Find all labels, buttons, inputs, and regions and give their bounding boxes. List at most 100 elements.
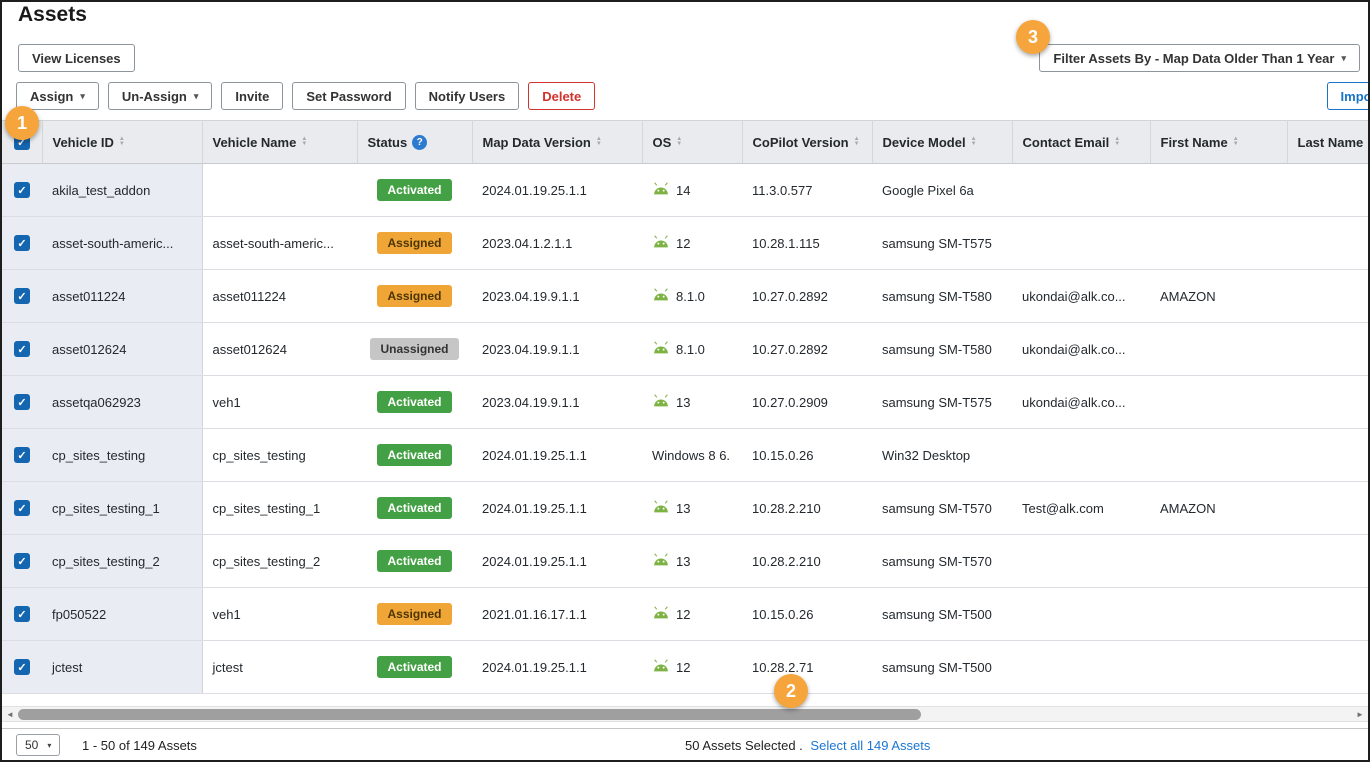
page-size-value: 50	[25, 738, 38, 752]
view-licenses-button[interactable]: View Licenses	[18, 44, 135, 72]
sort-icon[interactable]: ▲▼	[676, 137, 682, 147]
table-row: ✓ asset012624 asset012624 Unassigned 202…	[2, 323, 1368, 376]
vehicle-name: jctest	[213, 660, 243, 675]
vehicle-name: veh1	[213, 395, 241, 410]
column-label: Device Model	[883, 135, 966, 150]
column-header-first-name[interactable]: First Name ▲▼	[1150, 121, 1287, 164]
delete-button[interactable]: Delete	[528, 82, 595, 110]
row-checkbox[interactable]: ✓	[14, 500, 30, 516]
column-label: OS	[653, 135, 672, 150]
vehicle-name: veh1	[213, 607, 241, 622]
column-header-status[interactable]: Status ?	[357, 121, 472, 164]
device-model: samsung SM-T580	[882, 289, 992, 304]
sort-icon[interactable]: ▲▼	[301, 137, 307, 147]
row-checkbox[interactable]: ✓	[14, 235, 30, 251]
os-version: 13	[676, 554, 690, 569]
status-badge: Activated	[377, 391, 451, 413]
copilot-version: 10.27.0.2892	[752, 289, 828, 304]
row-checkbox[interactable]: ✓	[14, 447, 30, 463]
status-badge: Assigned	[377, 285, 451, 307]
filter-assets-button[interactable]: Filter Assets By - Map Data Older Than 1…	[1039, 44, 1360, 72]
page-size-select[interactable]: 50 ▾	[16, 734, 60, 756]
check-icon: ✓	[17, 555, 26, 568]
row-checkbox[interactable]: ✓	[14, 394, 30, 410]
import-button[interactable]: Import	[1327, 82, 1370, 110]
first-name: AMAZON	[1160, 501, 1216, 516]
column-header-copilot-version[interactable]: CoPilot Version ▲▼	[742, 121, 872, 164]
row-checkbox[interactable]: ✓	[14, 182, 30, 198]
android-icon	[652, 235, 670, 251]
table-row: ✓ asset011224 asset011224 Assigned 2023.…	[2, 270, 1368, 323]
sort-icon[interactable]: ▲▼	[119, 137, 125, 147]
check-icon: ✓	[17, 184, 26, 197]
scroll-left-arrow[interactable]: ◄	[2, 710, 18, 719]
device-model: samsung SM-T570	[882, 501, 992, 516]
vehicle-name: cp_sites_testing_2	[213, 554, 321, 569]
chevron-down-icon: ▾	[80, 91, 85, 102]
vehicle-id: assetqa062923	[52, 395, 141, 410]
row-checkbox[interactable]: ✓	[14, 288, 30, 304]
table-row: ✓ jctest jctest Activated 2024.01.19.25.…	[2, 641, 1368, 694]
table-row: ✓ asset-south-americ... asset-south-amer…	[2, 217, 1368, 270]
vehicle-id: jctest	[52, 660, 82, 675]
status-badge: Unassigned	[370, 338, 458, 360]
scroll-right-arrow[interactable]: ►	[1352, 710, 1368, 719]
annotation-badge-2: 2	[774, 674, 808, 708]
first-name: AMAZON	[1160, 289, 1216, 304]
assign-label: Assign	[30, 89, 73, 104]
column-header-vehicle-id[interactable]: Vehicle ID ▲▼	[42, 121, 202, 164]
check-icon: ✓	[17, 449, 26, 462]
map-data-version: 2023.04.19.9.1.1	[482, 289, 580, 304]
table-row: ✓ akila_test_addon Activated 2024.01.19.…	[2, 164, 1368, 217]
android-icon	[652, 341, 670, 357]
column-header-contact-email[interactable]: Contact Email ▲▼	[1012, 121, 1150, 164]
map-data-version: 2023.04.19.9.1.1	[482, 342, 580, 357]
sort-icon[interactable]: ▲▼	[1114, 137, 1120, 147]
column-header-os[interactable]: OS ▲▼	[642, 121, 742, 164]
vehicle-name: asset011224	[213, 289, 287, 304]
row-checkbox[interactable]: ✓	[14, 659, 30, 675]
copilot-version: 10.28.2.210	[752, 501, 821, 516]
sort-icon[interactable]: ▲▼	[971, 137, 977, 147]
row-checkbox[interactable]: ✓	[14, 341, 30, 357]
map-data-version: 2023.04.19.9.1.1	[482, 395, 580, 410]
sort-icon[interactable]: ▲▼	[1233, 137, 1239, 147]
assign-button[interactable]: Assign ▾	[16, 82, 99, 110]
column-header-last-name[interactable]: Last Name ▲▼	[1287, 121, 1368, 164]
sort-icon[interactable]: ▲▼	[854, 137, 860, 147]
copilot-version: 11.3.0.577	[752, 183, 812, 198]
scrollbar-track[interactable]	[18, 707, 1352, 721]
page-title: Assets	[18, 3, 87, 27]
column-header-map-data-version[interactable]: Map Data Version ▲▼	[472, 121, 642, 164]
column-label: Contact Email	[1023, 135, 1110, 150]
check-icon: ✓	[17, 396, 26, 409]
status-badge: Assigned	[377, 603, 451, 625]
column-label: Vehicle Name	[213, 135, 297, 150]
column-label: First Name	[1161, 135, 1228, 150]
check-icon: ✓	[17, 343, 26, 356]
vehicle-id: cp_sites_testing_2	[52, 554, 160, 569]
invite-button[interactable]: Invite	[221, 82, 283, 110]
os-version: Windows 8 6.	[652, 448, 730, 463]
scrollbar-thumb[interactable]	[18, 709, 921, 720]
row-checkbox[interactable]: ✓	[14, 553, 30, 569]
sort-icon[interactable]: ▲▼	[596, 137, 602, 147]
assets-table: ✓ Vehicle ID ▲▼ Vehicle Name ▲▼ Status ?	[2, 120, 1368, 694]
select-all-link[interactable]: Select all 149 Assets	[810, 738, 930, 753]
column-label: Last Name	[1298, 135, 1364, 150]
column-label: Map Data Version	[483, 135, 591, 150]
os-version: 13	[676, 501, 690, 516]
set-password-button[interactable]: Set Password	[292, 82, 405, 110]
android-icon	[652, 288, 670, 304]
help-icon[interactable]: ?	[412, 135, 427, 150]
column-header-device-model[interactable]: Device Model ▲▼	[872, 121, 1012, 164]
vehicle-name: asset-south-americ...	[213, 236, 334, 251]
contact-email: ukondai@alk.co...	[1022, 342, 1126, 357]
android-icon	[652, 553, 670, 569]
notify-users-button[interactable]: Notify Users	[415, 82, 520, 110]
copilot-version: 10.28.1.115	[752, 236, 820, 251]
row-checkbox[interactable]: ✓	[14, 606, 30, 622]
column-header-vehicle-name[interactable]: Vehicle Name ▲▼	[202, 121, 357, 164]
unassign-button[interactable]: Un-Assign ▾	[108, 82, 213, 110]
device-model: samsung SM-T500	[882, 660, 992, 675]
